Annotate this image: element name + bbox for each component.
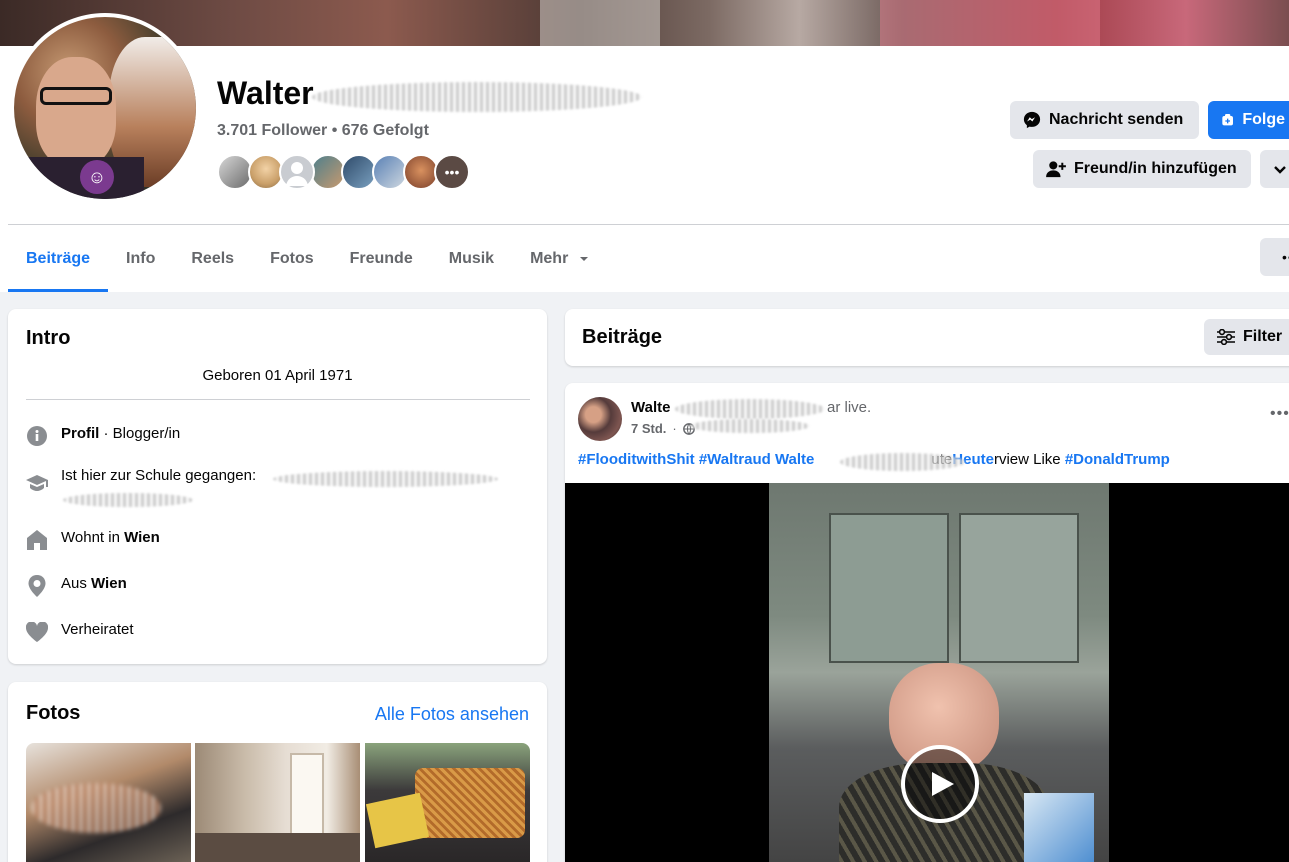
from-city[interactable]: Wien [91, 575, 127, 592]
tab-mehr-label: Mehr [530, 250, 569, 267]
post-meta: 7 Std. · [631, 421, 695, 436]
add-friend-icon [1046, 161, 1066, 178]
video-frame [769, 483, 1109, 862]
lives-city[interactable]: Wien [124, 529, 160, 546]
tab-info[interactable]: Info [108, 226, 173, 292]
see-all-photos-link[interactable]: Alle Fotos ansehen [375, 704, 529, 725]
more-dots-icon: •• [1282, 249, 1289, 265]
profile-frame-badge-icon: ☺ [80, 160, 114, 194]
intro-divider [26, 399, 530, 400]
profile-name: Walter [217, 75, 314, 111]
post-more-button[interactable]: ••• [1270, 405, 1289, 423]
photo-thumbnail[interactable] [195, 743, 360, 862]
add-friend-label: Freund/in hinzufügen [1074, 160, 1237, 177]
filter-label: Filter [1243, 328, 1283, 345]
redacted-post-text [840, 453, 965, 471]
follow-button[interactable]: Folge [1208, 101, 1289, 139]
redacted-meta [690, 419, 810, 433]
intro-relationship: Verheiratet [26, 621, 134, 643]
school-label: Ist hier zur Schule gegangen: [61, 467, 257, 484]
post-author-suffix: ar live. [827, 399, 872, 416]
home-icon [26, 529, 48, 551]
meta-separator: · [672, 421, 677, 436]
post-author-line: Walte [631, 399, 670, 416]
redacted-school [273, 471, 498, 487]
tab-musik[interactable]: Musik [431, 226, 512, 292]
location-pin-icon [26, 575, 48, 597]
messenger-icon [1023, 111, 1041, 129]
tab-reels[interactable]: Reels [173, 226, 252, 292]
friend-avatar[interactable] [279, 154, 315, 190]
hashtag-link[interactable]: #DonaldTrump [1065, 451, 1170, 468]
chevron-down-icon [1274, 166, 1286, 174]
intro-school: Ist hier zur Schule gegangen: [26, 467, 256, 494]
follow-icon [1222, 114, 1233, 126]
redacted-author [675, 399, 825, 419]
follower-count[interactable]: 3.701 Follower • 676 Gefolgt [217, 122, 429, 140]
cover-photo[interactable] [0, 0, 1289, 46]
photo-thumbnail[interactable] [365, 743, 530, 862]
more-friends-icon[interactable]: ••• [434, 154, 470, 190]
intro-title: Intro [26, 327, 71, 349]
post-author-avatar[interactable] [578, 397, 622, 441]
lives-prefix: Wohnt in [61, 529, 120, 546]
relationship-status: Verheiratet [61, 621, 134, 638]
add-friend-button[interactable]: Freund/in hinzufügen [1033, 150, 1251, 188]
hashtag-link[interactable]: #Waltraud Walte [699, 451, 815, 468]
info-icon [26, 425, 48, 447]
posts-title: Beiträge [582, 326, 663, 348]
redacted-school-line2 [63, 493, 193, 507]
profile-category: · Blogger/in [103, 425, 181, 442]
tab-fotos[interactable]: Fotos [252, 226, 332, 292]
profile-picture[interactable]: ☺ [10, 13, 200, 203]
hashtag-link[interactable]: #FlooditwithShit [578, 451, 695, 468]
post-text-segment: rview Like [993, 451, 1065, 468]
from-prefix: Aus [61, 575, 87, 592]
intro-lives-in: Wohnt in Wien [26, 529, 160, 551]
photo-thumbnail[interactable] [26, 743, 191, 862]
caret-down-icon [580, 257, 589, 261]
redacted-name [312, 82, 642, 112]
filter-icon [1217, 329, 1235, 345]
header-divider [8, 224, 1289, 225]
follow-label: Folge [1242, 111, 1285, 128]
more-options-button[interactable] [1260, 150, 1289, 188]
send-message-label: Nachricht senden [1049, 111, 1184, 128]
tab-freunde[interactable]: Freunde [332, 226, 431, 292]
tab-beitraege[interactable]: Beiträge [8, 226, 109, 292]
send-message-button[interactable]: Nachricht senden [1010, 101, 1199, 139]
posts-header-card: Beiträge Filter [565, 309, 1289, 366]
intro-profile-category: Profil · Blogger/in [26, 425, 180, 447]
post-time[interactable]: 7 Std. [631, 421, 666, 436]
post-author-name[interactable]: Walte [631, 399, 670, 416]
profile-label: Profil [61, 425, 100, 442]
profile-tabs: Beiträge Info Reels Fotos Freunde Musik … [8, 226, 608, 292]
heart-icon [26, 621, 48, 643]
intro-bio: Geboren 01 April 1971 [202, 367, 353, 384]
tabs-more-button[interactable]: •• [1260, 238, 1289, 276]
graduation-cap-icon [26, 472, 48, 494]
post-card: Walte ar live. 7 Std. · ••• #Flooditwith… [565, 383, 1289, 862]
play-icon[interactable] [901, 745, 979, 823]
mutual-friends-avatars[interactable]: ••• [217, 154, 470, 190]
post-video[interactable] [565, 483, 1289, 862]
photos-title: Fotos [26, 702, 81, 724]
intro-card: Intro Geboren 01 April 1971 Profil · Blo… [8, 309, 547, 664]
filter-button[interactable]: Filter [1204, 319, 1289, 355]
tab-mehr[interactable]: Mehr [512, 226, 608, 292]
intro-from: Aus Wien [26, 575, 127, 597]
